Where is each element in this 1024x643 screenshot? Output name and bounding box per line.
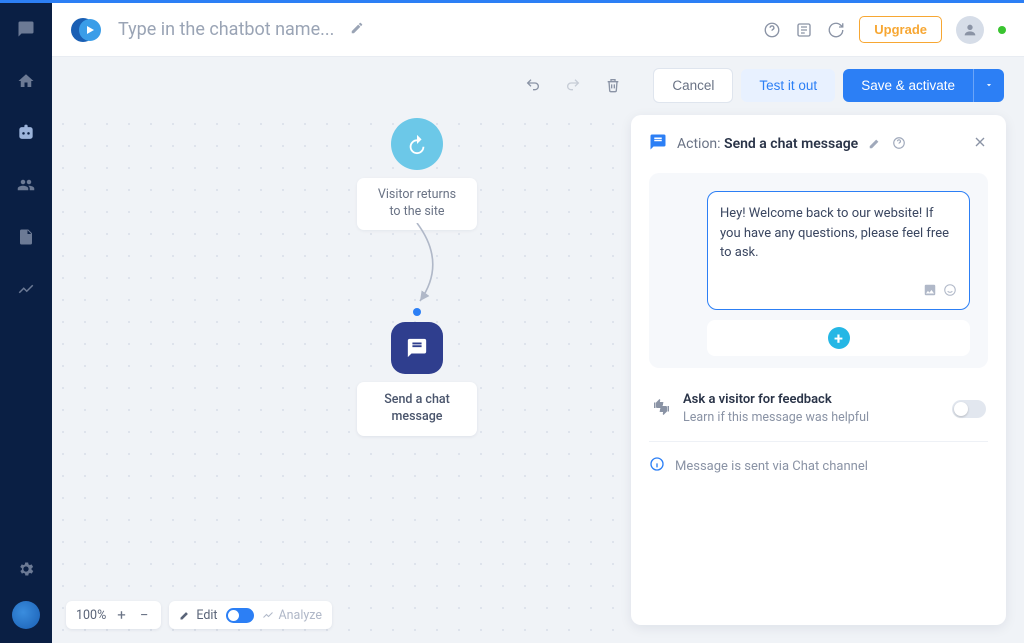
connector-arrow — [402, 223, 472, 313]
test-button[interactable]: Test it out — [741, 69, 835, 102]
mode-toggle[interactable] — [226, 608, 254, 623]
nav-docs-icon[interactable] — [10, 221, 42, 253]
panel-edit-icon[interactable] — [868, 135, 882, 154]
thumbs-icon — [651, 397, 671, 421]
panel-title: Action: Send a chat message — [677, 136, 858, 152]
cancel-button[interactable]: Cancel — [653, 68, 733, 103]
info-row: Message is sent via Chat channel — [649, 456, 988, 476]
refresh-icon[interactable] — [827, 21, 845, 39]
add-message-row: + — [707, 320, 970, 356]
news-icon[interactable] — [795, 21, 813, 39]
trigger-label: Visitor returns to the site — [357, 178, 477, 230]
feedback-toggle[interactable] — [952, 400, 986, 418]
help-icon[interactable] — [763, 21, 781, 39]
brand-bubble-icon[interactable] — [12, 601, 40, 629]
action-panel: Action: Send a chat message Hey! Welcome… — [631, 115, 1006, 625]
panel-help-icon[interactable] — [892, 135, 906, 154]
nav-settings-icon[interactable] — [10, 553, 42, 585]
nav-chatbot-icon[interactable] — [10, 117, 42, 149]
nav-home-icon[interactable] — [10, 65, 42, 97]
left-navbar — [0, 3, 52, 643]
redo-icon[interactable] — [557, 69, 589, 101]
chatbot-name-input[interactable]: Type in the chatbot name... — [118, 19, 334, 40]
save-dropdown-button[interactable] — [973, 69, 1004, 102]
trigger-node[interactable]: Visitor returns to the site — [357, 118, 477, 230]
message-block: Hey! Welcome back to our website! If you… — [649, 173, 988, 368]
action-chat-icon — [391, 322, 443, 374]
flow-canvas[interactable]: Visitor returns to the site Send a chat … — [52, 113, 631, 643]
emoji-icon[interactable] — [943, 282, 957, 301]
editor-toolbar: Cancel Test it out Save & activate — [52, 57, 1024, 113]
workspace: Visitor returns to the site Send a chat … — [52, 113, 1024, 643]
bottom-toolbar: 100% + − Edit Analyze — [66, 601, 332, 629]
action-node[interactable]: Send a chat message — [357, 308, 477, 436]
connector-dot-icon — [413, 308, 421, 316]
zoom-out-button[interactable]: − — [137, 606, 152, 624]
avatar[interactable] — [956, 16, 984, 44]
info-text: Message is sent via Chat channel — [675, 459, 868, 474]
edit-name-icon[interactable] — [350, 20, 364, 39]
info-icon — [649, 456, 665, 476]
feedback-title: Ask a visitor for feedback — [683, 392, 940, 407]
trigger-return-icon — [391, 118, 443, 170]
edit-mode-button[interactable]: Edit — [179, 608, 217, 623]
analyze-mode-button[interactable]: Analyze — [262, 608, 323, 623]
delete-icon[interactable] — [597, 69, 629, 101]
undo-icon[interactable] — [517, 69, 549, 101]
attach-image-icon[interactable] — [923, 282, 937, 301]
add-message-button[interactable]: + — [828, 327, 850, 349]
zoom-value: 100% — [76, 608, 106, 623]
save-activate-button[interactable]: Save & activate — [843, 69, 973, 102]
nav-analytics-icon[interactable] — [10, 273, 42, 305]
message-text[interactable]: Hey! Welcome back to our website! If you… — [720, 204, 957, 276]
action-label: Send a chat message — [357, 382, 477, 436]
zoom-in-button[interactable]: + — [114, 606, 129, 624]
upgrade-button[interactable]: Upgrade — [859, 16, 942, 43]
nav-chat-icon[interactable] — [10, 13, 42, 45]
nav-contacts-icon[interactable] — [10, 169, 42, 201]
feedback-row: Ask a visitor for feedback Learn if this… — [649, 386, 988, 442]
feedback-sub: Learn if this message was helpful — [683, 410, 940, 425]
top-header: Type in the chatbot name... Upgrade — [52, 3, 1024, 57]
brand-logo-icon — [70, 14, 102, 46]
zoom-control: 100% + − — [66, 601, 161, 629]
panel-close-icon[interactable] — [972, 134, 988, 154]
panel-chat-icon — [649, 133, 667, 155]
mode-switch: Edit Analyze — [169, 601, 332, 629]
online-status-dot — [998, 26, 1006, 34]
message-input[interactable]: Hey! Welcome back to our website! If you… — [707, 191, 970, 310]
